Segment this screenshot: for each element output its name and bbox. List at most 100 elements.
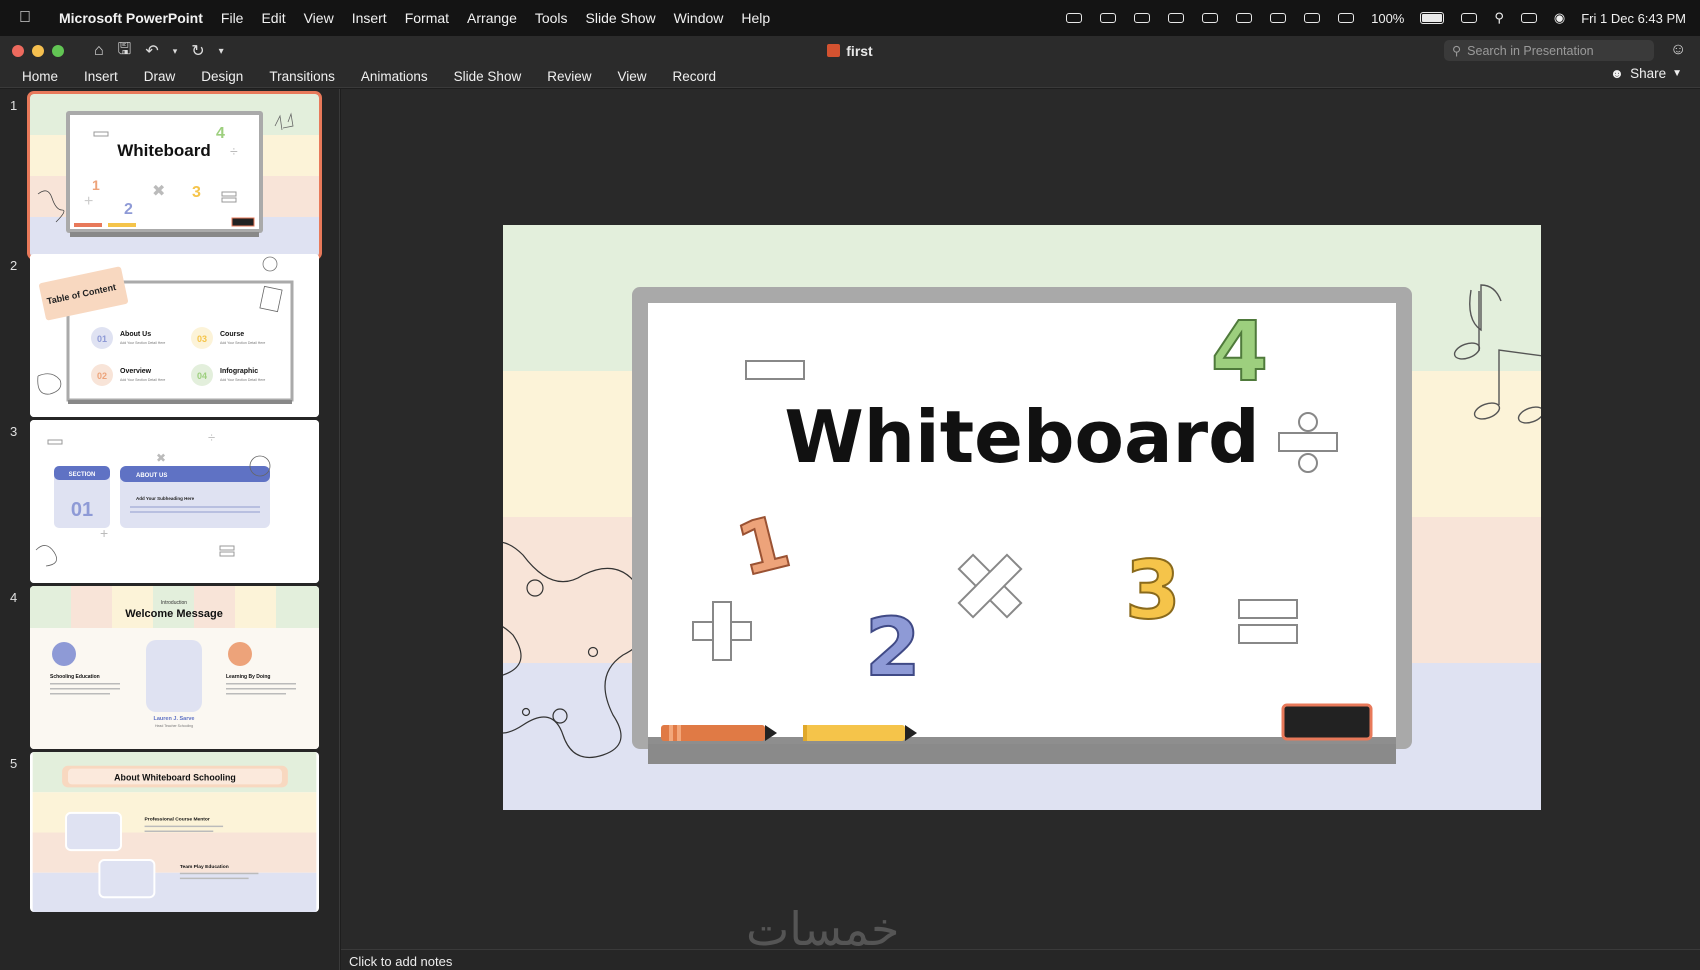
time-machine-icon[interactable] [1133, 11, 1151, 25]
car-icon[interactable] [1303, 11, 1321, 25]
menu-edit[interactable]: Edit [252, 10, 294, 26]
svg-text:Add Your Section Detail Here: Add Your Section Detail Here [220, 378, 265, 382]
minus-sign-shape[interactable] [745, 360, 805, 380]
search-input[interactable]: ⚲ Search in Presentation [1444, 40, 1654, 61]
tab-record[interactable]: Record [660, 69, 730, 84]
svg-text:✖: ✖ [152, 183, 165, 200]
menu-app-name[interactable]: Microsoft PowerPoint [50, 10, 212, 26]
digit-4[interactable]: 4 [1210, 304, 1269, 401]
customize-toolbar-icon[interactable]: ▾ [219, 46, 224, 57]
slide-thumbnail-1[interactable]: Whiteboard 4 1 2 3 ✖ + ÷ [27, 91, 322, 260]
macos-menu-bar:  Microsoft PowerPoint File Edit View In… [0, 0, 1700, 36]
spotlight-search-icon[interactable]: ⚲ [1494, 10, 1504, 26]
thumbnail-graphic: SECTION 01 ABOUT US Add Your Subheading … [30, 420, 319, 583]
svg-text:Introduction: Introduction [161, 600, 187, 606]
svg-text:03: 03 [197, 334, 207, 344]
watermark-logo: خمسات [746, 902, 900, 956]
svg-text:Add Your Subheading Here: Add Your Subheading Here [136, 496, 195, 501]
thumb-digit-2: 2 [124, 201, 133, 218]
eraser-shape[interactable] [1281, 703, 1373, 741]
dots-icon[interactable] [1167, 11, 1185, 25]
svg-text:Lauren J. Sarve: Lauren J. Sarve [154, 716, 195, 722]
slide-thumbnail-5[interactable]: About Whiteboard Schooling Professional … [30, 752, 319, 912]
accessibility-icon[interactable] [1099, 11, 1117, 25]
home-icon[interactable]: ⌂ [94, 42, 104, 60]
tab-slide-show[interactable]: Slide Show [441, 69, 535, 84]
tab-insert[interactable]: Insert [71, 69, 131, 84]
account-icon[interactable]: ☺ [1670, 41, 1686, 59]
undo-icon[interactable]: ↶ [145, 41, 158, 61]
screen-mirroring-icon[interactable] [1201, 11, 1219, 25]
siri-icon[interactable]: ◉ [1554, 10, 1565, 26]
svg-text:÷: ÷ [208, 430, 215, 445]
svg-text:02: 02 [97, 371, 107, 381]
save-icon[interactable]: 🖫 [118, 38, 132, 65]
notes-placeholder[interactable]: Click to add notes [349, 954, 452, 969]
thumbnail-graphic: Table of Content 01 About Us Add Your Se… [30, 254, 319, 417]
tab-view[interactable]: View [604, 69, 659, 84]
menu-insert[interactable]: Insert [343, 10, 396, 26]
slide-thumbnail-2[interactable]: Table of Content 01 About Us Add Your Se… [30, 254, 319, 417]
share-label: Share [1630, 66, 1667, 81]
tab-home[interactable]: Home [0, 69, 71, 84]
menu-help[interactable]: Help [732, 10, 779, 26]
play-icon[interactable] [1269, 11, 1287, 25]
document-title-text: first [846, 43, 873, 59]
digit-3[interactable]: 3 [1124, 543, 1182, 638]
thumb-digit-3: 3 [192, 184, 201, 201]
tab-transitions[interactable]: Transitions [256, 69, 348, 84]
tab-design[interactable]: Design [188, 69, 256, 84]
notes-pane[interactable]: Click to add notes [341, 949, 1700, 970]
slide-thumbnails-pane[interactable]: 1 Whiteboard 4 1 2 3 ✖ + ÷ 2 Table of Co… [0, 89, 340, 970]
current-slide[interactable]: Whiteboard 4 1 3 2 [503, 225, 1541, 810]
thumbnail-row-2: 2 Table of Content 01 About Us Add Your … [0, 254, 339, 422]
search-placeholder: Search in Presentation [1467, 43, 1594, 58]
thumbnail-row-1: 1 Whiteboard 4 1 2 3 ✖ + ÷ [0, 91, 339, 262]
thumb-digit-4: 4 [216, 125, 225, 142]
redo-icon[interactable]: ↻ [191, 41, 204, 61]
add-person-icon: ☻ [1609, 66, 1625, 81]
bluetooth-icon[interactable] [1235, 11, 1253, 25]
svg-text:÷: ÷ [230, 143, 238, 159]
slide-thumbnail-4[interactable]: Introduction Welcome Message Schooling E… [30, 586, 319, 749]
svg-text:04: 04 [197, 371, 207, 381]
input-source-icon[interactable] [1337, 11, 1355, 25]
close-window-button[interactable] [12, 45, 24, 57]
minimize-window-button[interactable] [32, 45, 44, 57]
thumbnail-row-4: 4 Introduction Welcome Message Schooling… [0, 586, 339, 754]
slide-title[interactable]: Whiteboard [784, 395, 1259, 479]
apple-menu-icon[interactable]:  [0, 9, 50, 27]
yellow-marker[interactable] [803, 725, 917, 741]
clock[interactable]: Fri 1 Dec 6:43 PM [1581, 11, 1686, 26]
tab-draw[interactable]: Draw [131, 69, 189, 84]
chevron-down-icon: ▼ [1672, 68, 1682, 79]
menu-arrange[interactable]: Arrange [458, 10, 526, 26]
slide-editor-area[interactable]: Whiteboard 4 1 3 2 [341, 89, 1700, 949]
zoom-window-button[interactable] [52, 45, 64, 57]
share-button[interactable]: ☻ Share ▼ [1610, 66, 1682, 81]
svg-text:Add Your Section Detail Here: Add Your Section Detail Here [220, 341, 265, 345]
menu-view[interactable]: View [295, 10, 343, 26]
battery-icon[interactable] [1420, 12, 1445, 24]
window-title-bar: ⌂ 🖫 ↶ ▾ ↻ ▾ first ⚲ Search in Presentati… [0, 36, 1700, 66]
orange-marker[interactable] [661, 725, 777, 741]
menu-window[interactable]: Window [665, 10, 733, 26]
undo-dropdown-icon[interactable]: ▾ [173, 46, 178, 57]
menu-format[interactable]: Format [396, 10, 458, 26]
slide-thumbnail-3[interactable]: SECTION 01 ABOUT US Add Your Subheading … [30, 420, 319, 583]
slide-number: 3 [10, 424, 18, 439]
thumbnail-graphic: Introduction Welcome Message Schooling E… [30, 586, 319, 749]
tab-review[interactable]: Review [534, 69, 604, 84]
svg-text:About Us: About Us [120, 331, 151, 338]
menu-slide-show[interactable]: Slide Show [577, 10, 665, 26]
airdrop-icon[interactable] [1065, 11, 1083, 25]
ribbon-tabs: Home Insert Draw Design Transitions Anim… [0, 66, 1700, 88]
menu-tools[interactable]: Tools [526, 10, 577, 26]
digit-2[interactable]: 2 [864, 600, 922, 695]
menu-file[interactable]: File [212, 10, 253, 26]
control-center-icon[interactable] [1520, 11, 1538, 25]
thumbnail-row-3: 3 SECTION 01 ABOUT US Add Your Subheadin… [0, 420, 339, 588]
svg-text:About Whiteboard Schooling: About Whiteboard Schooling [114, 772, 236, 782]
tab-animations[interactable]: Animations [348, 69, 441, 84]
link-icon[interactable] [1460, 11, 1478, 25]
